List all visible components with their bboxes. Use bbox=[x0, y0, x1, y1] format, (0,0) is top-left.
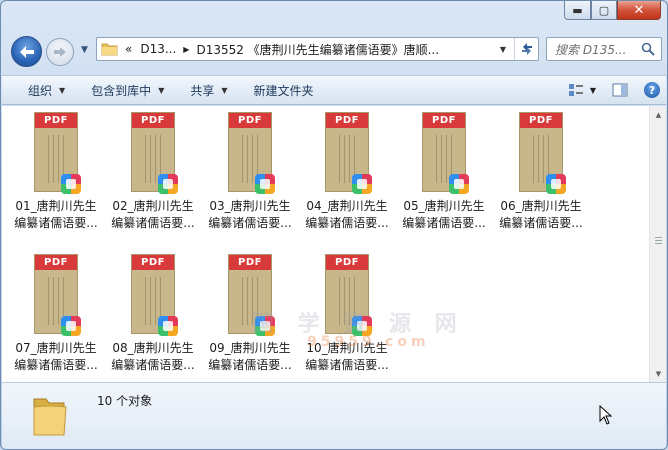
toolbar-right: ▼ ? bbox=[568, 76, 660, 104]
breadcrumb-overflow[interactable]: « bbox=[125, 42, 132, 56]
vertical-scrollbar[interactable]: ▲ ▼ bbox=[649, 106, 666, 382]
pdf-label: PDF bbox=[132, 113, 174, 128]
scroll-grip[interactable] bbox=[655, 235, 662, 246]
refresh-icon bbox=[521, 43, 532, 55]
file-item[interactable]: PDF 06_唐荆川先生 编纂诸儒语要... bbox=[496, 112, 586, 242]
file-item[interactable]: PDF 05_唐荆川先生 编纂诸儒语要... bbox=[399, 112, 489, 242]
details-pane: 10 个对象 bbox=[2, 382, 666, 449]
folder-icon bbox=[101, 41, 119, 57]
pdf-file-icon: PDF bbox=[34, 112, 81, 194]
search-input[interactable]: 搜索 D135... bbox=[546, 37, 662, 61]
pdf-label: PDF bbox=[229, 255, 271, 270]
scroll-up-icon[interactable]: ▲ bbox=[650, 106, 667, 123]
file-name: 08_唐荆川先生 编纂诸儒语要... bbox=[111, 341, 195, 372]
pdf-label: PDF bbox=[229, 113, 271, 128]
pdf-app-badge-icon bbox=[158, 316, 178, 336]
pdf-file-icon: PDF bbox=[228, 112, 275, 194]
item-count: 10 个对象 bbox=[97, 394, 153, 408]
pdf-app-badge-icon bbox=[546, 174, 566, 194]
organize-label: 组织 bbox=[28, 83, 53, 98]
address-dropdown[interactable]: ▼ bbox=[492, 45, 514, 54]
pdf-label: PDF bbox=[35, 255, 77, 270]
mouse-cursor-icon bbox=[599, 405, 613, 425]
caption-buttons: ▬ ▢ ✕ bbox=[564, 1, 661, 20]
new-folder-label: 新建文件夹 bbox=[253, 83, 314, 98]
file-item[interactable]: PDF 04_唐荆川先生 编纂诸儒语要... bbox=[302, 112, 392, 242]
forward-button[interactable] bbox=[46, 38, 74, 66]
pdf-label: PDF bbox=[423, 113, 465, 128]
file-name: 04_唐荆川先生 编纂诸儒语要... bbox=[305, 199, 389, 230]
explorer-window: ▬ ▢ ✕ ▼ « D13... ▶ D13552 《唐荆川先生编纂诸儒语要》唐… bbox=[0, 0, 668, 450]
pdf-file-icon: PDF bbox=[131, 112, 178, 194]
refresh-button[interactable] bbox=[514, 38, 538, 60]
pdf-label: PDF bbox=[35, 113, 77, 128]
forward-arrow-icon bbox=[54, 47, 66, 57]
pdf-app-badge-icon bbox=[352, 174, 372, 194]
watermark-url: 95959.com bbox=[307, 334, 430, 350]
pdf-file-icon: PDF bbox=[422, 112, 469, 194]
new-folder-button[interactable]: 新建文件夹 bbox=[241, 76, 327, 104]
file-name: 06_唐荆川先生 编纂诸儒语要... bbox=[499, 199, 583, 230]
pdf-label: PDF bbox=[326, 255, 368, 270]
chevron-down-icon: ▼ bbox=[221, 85, 228, 95]
back-arrow-icon bbox=[19, 45, 34, 58]
pdf-app-badge-icon bbox=[449, 174, 469, 194]
include-in-library-menu[interactable]: 包含到库中 ▼ bbox=[78, 76, 177, 104]
search-icon[interactable] bbox=[641, 42, 655, 56]
breadcrumb-item-current[interactable]: D13552 《唐荆川先生编纂诸儒语要》唐顺... bbox=[196, 41, 439, 58]
share-menu[interactable]: 共享 ▼ bbox=[177, 76, 240, 104]
view-options-button[interactable]: ▼ bbox=[568, 83, 596, 97]
navigation-bar: ▼ « D13... ▶ D13552 《唐荆川先生编纂诸儒语要》唐顺... ▼ bbox=[1, 27, 667, 71]
back-button[interactable] bbox=[11, 36, 42, 67]
file-item[interactable]: PDF 07_唐荆川先生 编纂诸儒语要... bbox=[11, 254, 101, 384]
chevron-down-icon: ▼ bbox=[158, 85, 165, 95]
help-icon[interactable]: ? bbox=[644, 82, 660, 98]
chevron-down-icon: ▼ bbox=[59, 85, 66, 95]
pdf-app-badge-icon bbox=[158, 174, 178, 194]
pdf-label: PDF bbox=[326, 113, 368, 128]
pdf-file-icon: PDF bbox=[34, 254, 81, 336]
minimize-button[interactable]: ▬ bbox=[564, 1, 591, 20]
pdf-file-icon: PDF bbox=[131, 254, 178, 336]
view-icon bbox=[568, 84, 583, 96]
pdf-file-icon: PDF bbox=[519, 112, 566, 194]
organize-menu[interactable]: 组织 ▼ bbox=[2, 76, 78, 104]
address-bar[interactable]: « D13... ▶ D13552 《唐荆川先生编纂诸儒语要》唐顺... ▼ bbox=[96, 37, 539, 61]
pdf-file-icon: PDF bbox=[325, 112, 372, 194]
chevron-right-icon[interactable]: ▶ bbox=[183, 45, 189, 54]
file-item[interactable]: PDF 08_唐荆川先生 编纂诸儒语要... bbox=[108, 254, 198, 384]
file-name: 09_唐荆川先生 编纂诸儒语要... bbox=[208, 341, 292, 372]
file-list-pane[interactable]: PDF 01_唐荆川先生 编纂诸儒语要... PDF 02_唐荆川先生 编纂诸儒语要.… bbox=[2, 106, 649, 382]
command-bar: 组织 ▼ 包含到库中 ▼ 共享 ▼ 新建文件夹 ▼ ? bbox=[2, 75, 666, 105]
file-name: 07_唐荆川先生 编纂诸儒语要... bbox=[14, 341, 98, 372]
pdf-app-badge-icon bbox=[61, 174, 81, 194]
file-name: 02_唐荆川先生 编纂诸儒语要... bbox=[111, 199, 195, 230]
close-button[interactable]: ✕ bbox=[617, 1, 661, 20]
maximize-button[interactable]: ▢ bbox=[591, 1, 617, 20]
file-name: 01_唐荆川先生 编纂诸儒语要... bbox=[14, 199, 98, 230]
breadcrumb: « D13... ▶ D13552 《唐荆川先生编纂诸儒语要》唐顺... bbox=[125, 41, 492, 58]
preview-pane-icon[interactable] bbox=[612, 83, 628, 97]
file-item[interactable]: PDF 03_唐荆川先生 编纂诸儒语要... bbox=[205, 112, 295, 242]
recent-pages-dropdown[interactable]: ▼ bbox=[81, 45, 88, 55]
breadcrumb-item-parent[interactable]: D13... bbox=[140, 42, 176, 56]
pdf-label: PDF bbox=[520, 113, 562, 128]
search-placeholder: 搜索 D135... bbox=[555, 42, 627, 57]
scroll-down-icon[interactable]: ▼ bbox=[650, 365, 667, 382]
file-item[interactable]: PDF 01_唐荆川先生 编纂诸儒语要... bbox=[11, 112, 101, 242]
file-name: 03_唐荆川先生 编纂诸儒语要... bbox=[208, 199, 292, 230]
chevron-down-icon: ▼ bbox=[589, 85, 596, 95]
include-library-label: 包含到库中 bbox=[91, 83, 152, 98]
folder-icon bbox=[33, 398, 67, 436]
file-name: 05_唐荆川先生 编纂诸儒语要... bbox=[402, 199, 486, 230]
pdf-label: PDF bbox=[132, 255, 174, 270]
share-label: 共享 bbox=[190, 83, 215, 98]
pdf-app-badge-icon bbox=[255, 174, 275, 194]
pdf-app-badge-icon bbox=[61, 316, 81, 336]
file-item[interactable]: PDF 02_唐荆川先生 编纂诸儒语要... bbox=[108, 112, 198, 242]
